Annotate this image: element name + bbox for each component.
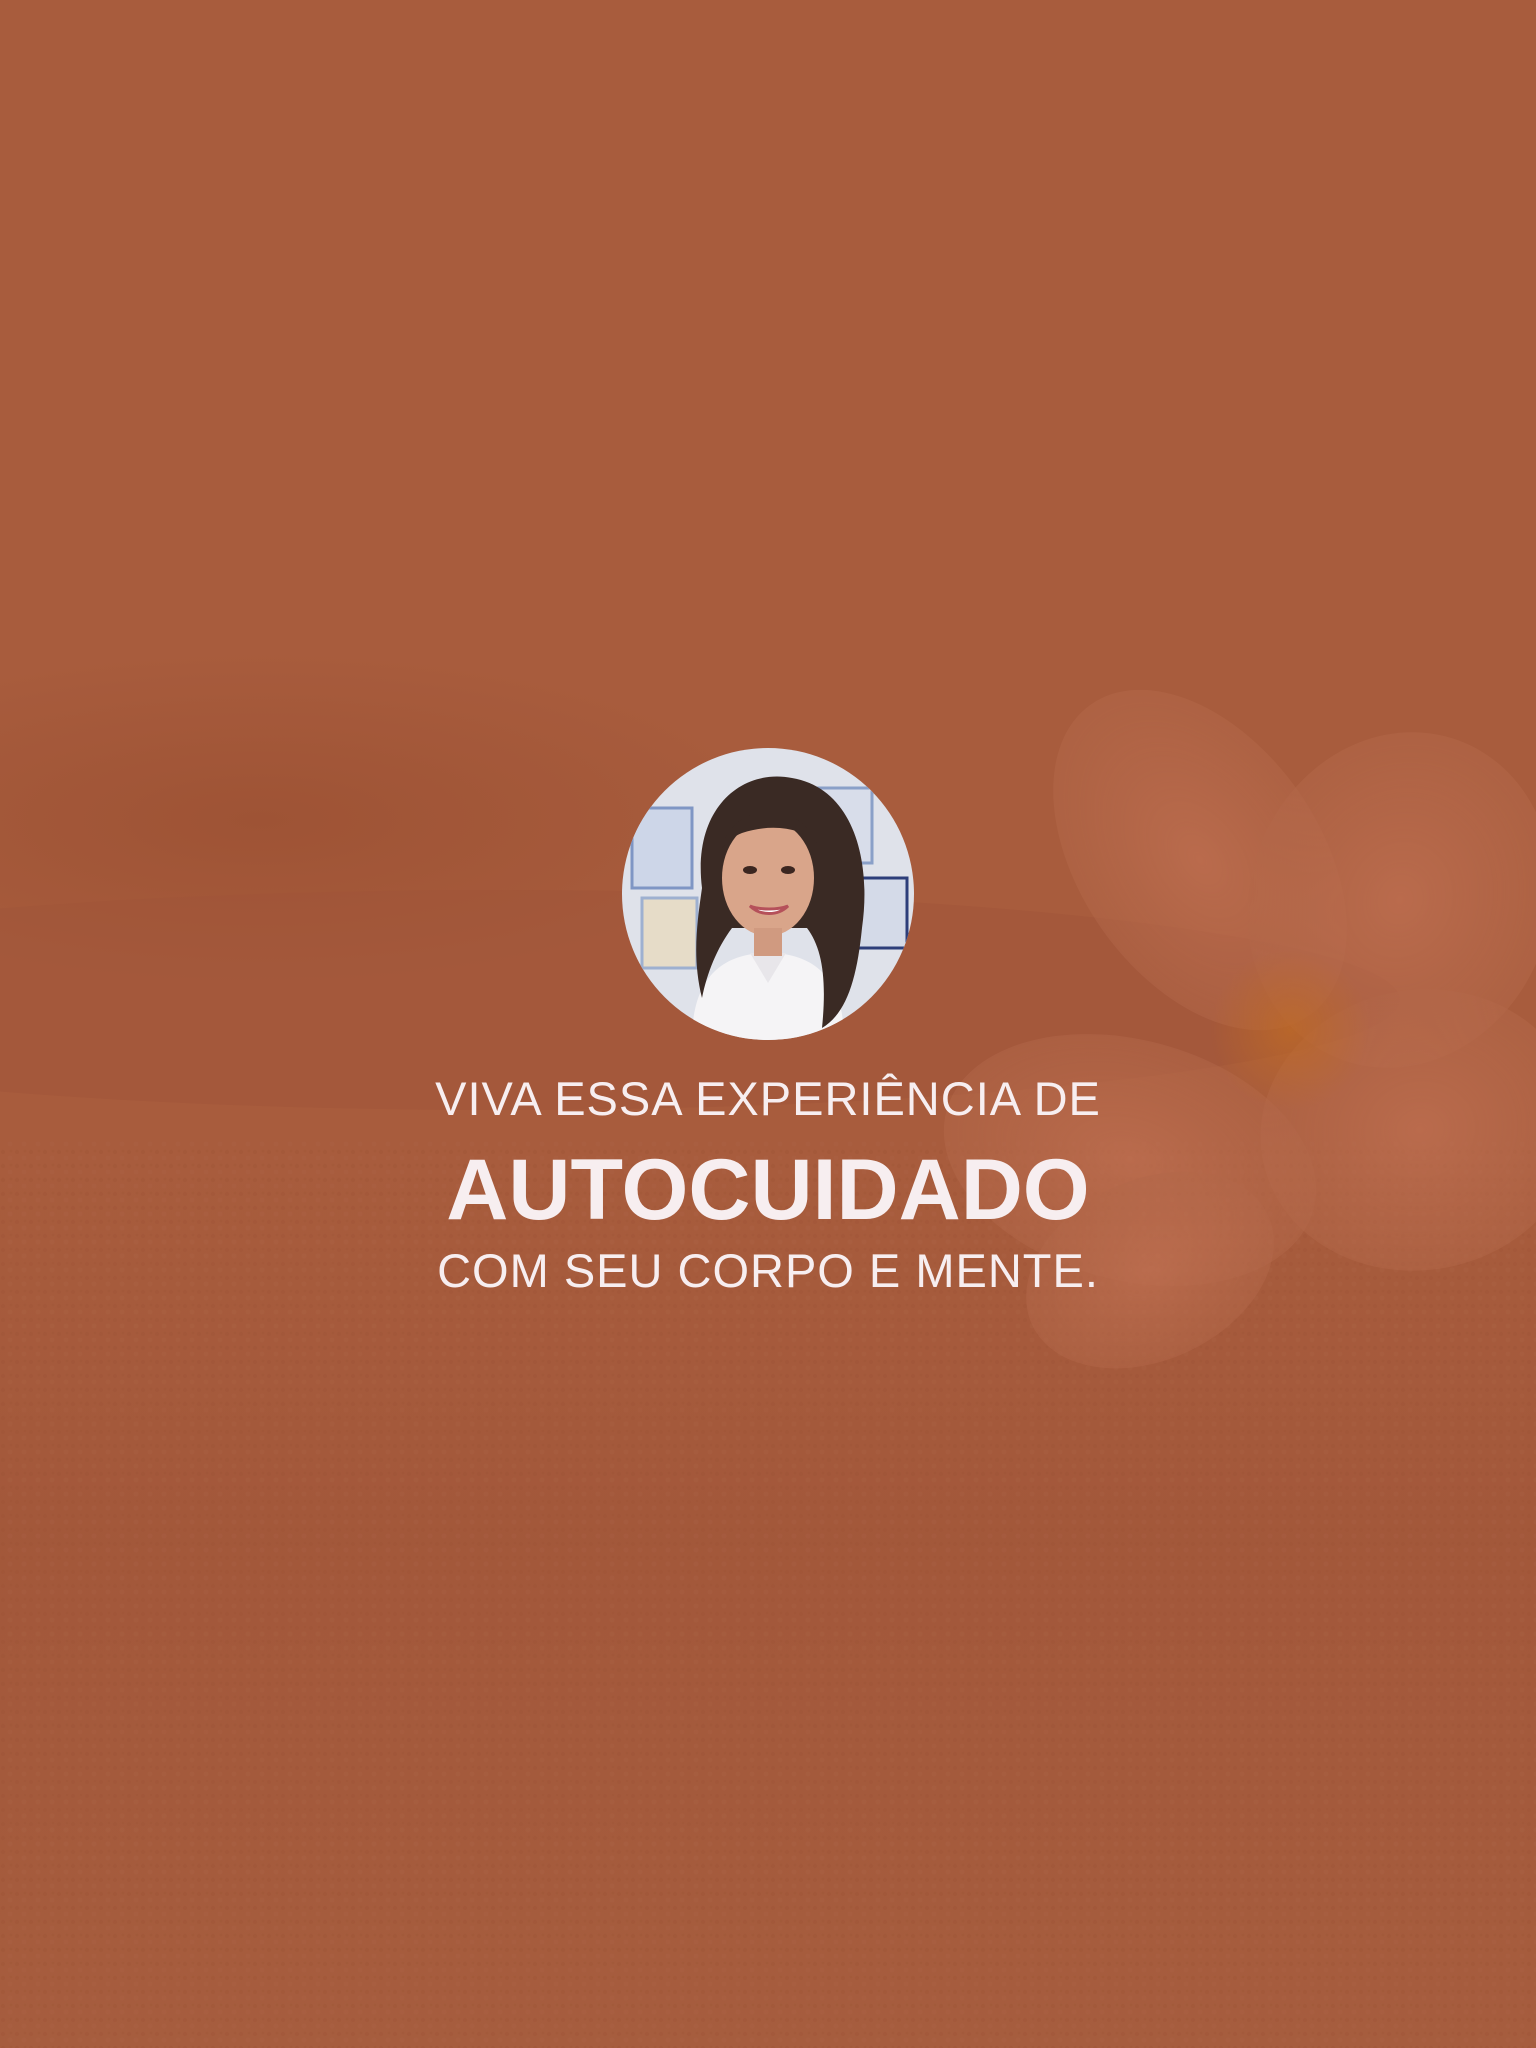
hero-section: VIVA ESSA EXPERIÊNCIA DE AUTOCUIDADO COM…	[0, 0, 1536, 2048]
profile-photo	[622, 748, 914, 1040]
headline-line-top: VIVA ESSA EXPERIÊNCIA DE	[435, 1072, 1101, 1125]
headline-line-bottom: COM SEU CORPO E MENTE.	[437, 1244, 1099, 1297]
woman-portrait-photo	[622, 748, 914, 1040]
headline-main: AUTOCUIDADO	[446, 1142, 1090, 1238]
